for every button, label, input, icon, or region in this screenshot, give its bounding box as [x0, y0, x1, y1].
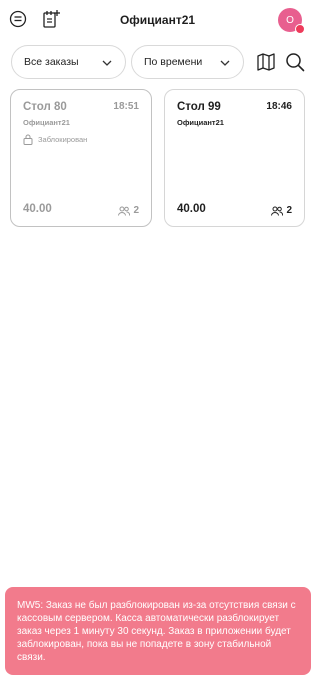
chevron-down-icon — [220, 60, 230, 66]
top-bar: Официант21 О — [0, 0, 315, 40]
table-name: Стол 99 — [177, 101, 221, 113]
table-name: Стол 80 — [23, 101, 67, 113]
order-sum: 40.00 — [23, 203, 52, 215]
avatar-initial: О — [286, 14, 294, 26]
status-label: Заблокирован — [38, 135, 88, 144]
toast-message: MW5: Заказ не был разблокирован из-за от… — [17, 600, 296, 663]
order-card[interactable]: Стол 99 18:46 Официант21 40.00 2 — [164, 89, 305, 227]
filter-bar: Все заказы По времени — [0, 45, 315, 81]
map-icon[interactable] — [256, 52, 276, 72]
order-sum: 40.00 — [177, 203, 206, 215]
sort-value: По времени — [144, 56, 203, 68]
guest-count-value: 2 — [286, 205, 292, 216]
sort-select[interactable]: По времени — [131, 45, 244, 79]
guest-count-value: 2 — [133, 205, 139, 216]
page-title: Официант21 — [119, 13, 196, 27]
waiter-name: Официант21 — [23, 118, 70, 127]
waiter-name: Официант21 — [177, 118, 224, 127]
order-time: 18:46 — [266, 101, 292, 112]
order-time: 18:51 — [113, 101, 139, 112]
error-toast[interactable]: MW5: Заказ не был разблокирован из-за от… — [5, 587, 311, 675]
guest-count: 2 — [118, 205, 139, 216]
guest-count: 2 — [271, 205, 292, 216]
orders-filter-value: Все заказы — [24, 56, 79, 68]
order-card[interactable]: Стол 80 18:51 Официант21 Заблокирован 40… — [10, 89, 152, 227]
avatar[interactable]: О — [278, 8, 305, 34]
guests-icon — [118, 206, 131, 216]
lock-icon — [23, 134, 33, 145]
guests-icon — [271, 206, 284, 216]
orders-filter-select[interactable]: Все заказы — [11, 45, 126, 79]
notification-dot — [295, 24, 305, 34]
search-icon[interactable] — [285, 52, 305, 72]
chevron-down-icon — [102, 60, 112, 66]
lock-status: Заблокирован — [23, 134, 87, 145]
